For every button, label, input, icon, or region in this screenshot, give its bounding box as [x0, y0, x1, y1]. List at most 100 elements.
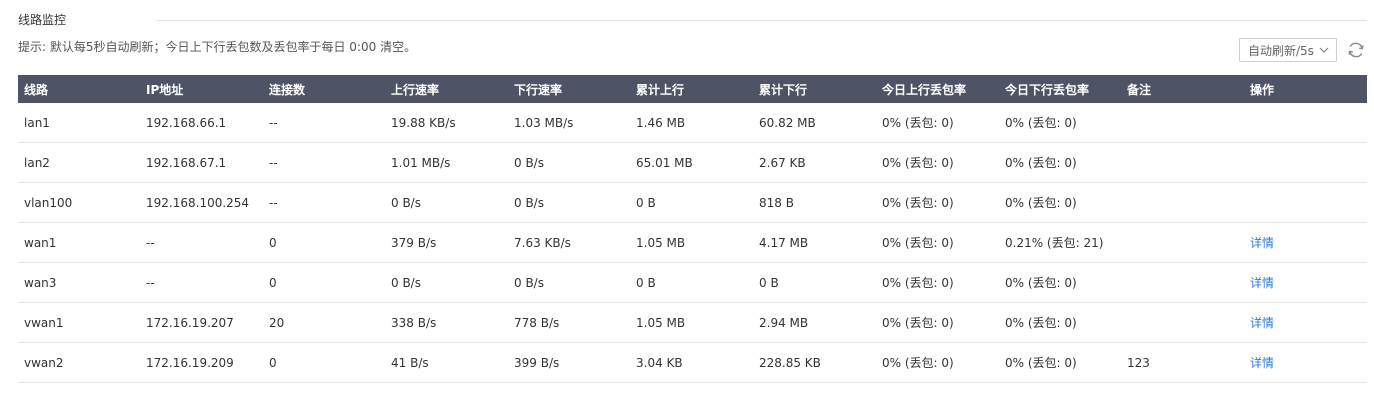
table-row: wan1 -- 0 379 B/s 7.63 KB/s 1.05 MB 4.17 MB 0% … [18, 222, 1367, 263]
detail-link[interactable]: 详情 [1250, 236, 1274, 250]
cell-down-loss: 0% (丢包: 0) [999, 302, 1121, 343]
cell-up-rate: 338 B/s [385, 302, 508, 343]
cell-note [1121, 142, 1244, 183]
line-monitor-table: 线路 IP地址 连接数 上行速率 下行速率 累计上行 累计下行 今日上行丢包率 … [18, 75, 1367, 383]
cell-action [1244, 182, 1367, 223]
detail-link[interactable]: 详情 [1250, 356, 1274, 370]
cell-down-loss: 0% (丢包: 0) [999, 342, 1121, 383]
cell-line: lan1 [18, 103, 140, 143]
section-divider [156, 20, 1367, 21]
cell-up-rate: 41 B/s [385, 342, 508, 383]
cell-line: wan3 [18, 262, 140, 303]
table-row: vwan2 172.16.19.209 0 41 B/s 399 B/s 3.04 KB 2… [18, 342, 1367, 383]
col-header-note: 备注 [1127, 82, 1152, 97]
detail-link[interactable]: 详情 [1250, 316, 1274, 330]
cell-ip: -- [140, 222, 263, 263]
cell-connections: 0 [263, 262, 385, 303]
cell-note: 123 [1121, 342, 1244, 383]
auto-refresh-select[interactable]: 自动刷新/5s [1239, 38, 1337, 62]
cell-note [1121, 302, 1244, 343]
cell-action: 详情 [1244, 302, 1367, 343]
cell-line: vwan2 [18, 342, 140, 383]
col-header-up-rate: 上行速率 [391, 82, 440, 97]
cell-total-down: 2.94 MB [753, 302, 876, 343]
cell-down-rate: 0 B/s [508, 262, 630, 303]
cell-down-loss: 0% (丢包: 0) [999, 182, 1121, 223]
hint-text: 提示: 默认每5秒自动刷新；今日上下行丢包数及丢包率于每日 0:00 清空。 [18, 40, 417, 54]
col-header-line: 线路 [24, 82, 49, 97]
cell-connections: 20 [263, 302, 385, 343]
refresh-controls: 自动刷新/5s [1239, 38, 1368, 62]
cell-up-rate: 379 B/s [385, 222, 508, 263]
cell-ip: 192.168.100.254 [140, 182, 263, 223]
cell-action [1244, 103, 1367, 143]
cell-connections: 0 [263, 342, 385, 383]
cell-action: 详情 [1244, 262, 1367, 303]
cell-down-rate: 1.03 MB/s [508, 103, 630, 143]
cell-total-down: 228.85 KB [753, 342, 876, 383]
col-header-ip: IP地址 [146, 82, 184, 97]
cell-down-loss: 0% (丢包: 0) [999, 103, 1121, 143]
cell-action: 详情 [1244, 222, 1367, 263]
col-header-up-loss: 今日上行丢包率 [882, 82, 967, 97]
cell-down-rate: 778 B/s [508, 302, 630, 343]
cell-connections: -- [263, 182, 385, 223]
cell-down-rate: 7.63 KB/s [508, 222, 630, 263]
table-row: vwan1 172.16.19.207 20 338 B/s 778 B/s 1.05 M… [18, 302, 1367, 343]
cell-total-up: 0 B [630, 262, 753, 303]
cell-up-rate: 0 B/s [385, 262, 508, 303]
cell-note [1121, 103, 1244, 143]
cell-line: lan2 [18, 142, 140, 183]
cell-total-up: 0 B [630, 182, 753, 223]
cell-up-loss: 0% (丢包: 0) [876, 262, 999, 303]
cell-total-down: 4.17 MB [753, 222, 876, 263]
cell-ip: 192.168.66.1 [140, 103, 263, 143]
cell-note [1121, 182, 1244, 223]
col-header-down-rate: 下行速率 [514, 82, 563, 97]
cell-connections: -- [263, 142, 385, 183]
cell-total-down: 0 B [753, 262, 876, 303]
cell-total-down: 818 B [753, 182, 876, 223]
col-header-action: 操作 [1250, 82, 1275, 97]
cell-up-loss: 0% (丢包: 0) [876, 142, 999, 183]
cell-up-rate: 0 B/s [385, 182, 508, 223]
cell-action [1244, 142, 1367, 183]
table-row: vlan100 192.168.100.254 -- 0 B/s 0 B/s 0 B 818… [18, 182, 1367, 223]
cell-total-up: 3.04 KB [630, 342, 753, 383]
cell-line: vwan1 [18, 302, 140, 343]
cell-down-rate: 0 B/s [508, 182, 630, 223]
cell-up-loss: 0% (丢包: 0) [876, 222, 999, 263]
table-row: lan2 192.168.67.1 -- 1.01 MB/s 0 B/s 65.01 MB… [18, 142, 1367, 183]
cell-total-down: 2.67 KB [753, 142, 876, 183]
cell-note [1121, 222, 1244, 263]
cell-down-loss: 0% (丢包: 0) [999, 142, 1121, 183]
cell-down-loss: 0.21% (丢包: 21) [999, 222, 1121, 263]
cell-total-up: 65.01 MB [630, 142, 753, 183]
cell-action: 详情 [1244, 342, 1367, 383]
refresh-icon [1348, 42, 1364, 58]
cell-up-loss: 0% (丢包: 0) [876, 302, 999, 343]
cell-up-rate: 19.88 KB/s [385, 103, 508, 143]
col-header-total-up: 累计上行 [636, 82, 685, 97]
cell-down-rate: 399 B/s [508, 342, 630, 383]
cell-up-loss: 0% (丢包: 0) [876, 103, 999, 143]
cell-down-rate: 0 B/s [508, 142, 630, 183]
chevron-down-icon [1319, 47, 1329, 53]
table-row: wan3 -- 0 0 B/s 0 B/s 0 B0 B 0% (丢包: 0) 0% (丢包:… [18, 262, 1367, 303]
detail-link[interactable]: 详情 [1250, 276, 1274, 290]
cell-line: wan1 [18, 222, 140, 263]
cell-up-loss: 0% (丢包: 0) [876, 182, 999, 223]
cell-connections: -- [263, 103, 385, 143]
cell-total-down: 60.82 MB [753, 103, 876, 143]
col-header-total-down: 累计下行 [759, 82, 808, 97]
cell-connections: 0 [263, 222, 385, 263]
col-header-connections: 连接数 [269, 82, 306, 97]
table-row: lan1 192.168.66.1 -- 19.88 KB/s 1.03 MB/s 1.4… [18, 103, 1367, 143]
section-title: 线路监控 [18, 13, 67, 27]
cell-up-rate: 1.01 MB/s [385, 142, 508, 183]
refresh-button[interactable] [1344, 38, 1368, 62]
auto-refresh-value: 自动刷新/5s [1248, 43, 1314, 58]
cell-up-loss: 0% (丢包: 0) [876, 342, 999, 383]
cell-line: vlan100 [18, 182, 140, 223]
cell-ip: 172.16.19.209 [140, 342, 263, 383]
